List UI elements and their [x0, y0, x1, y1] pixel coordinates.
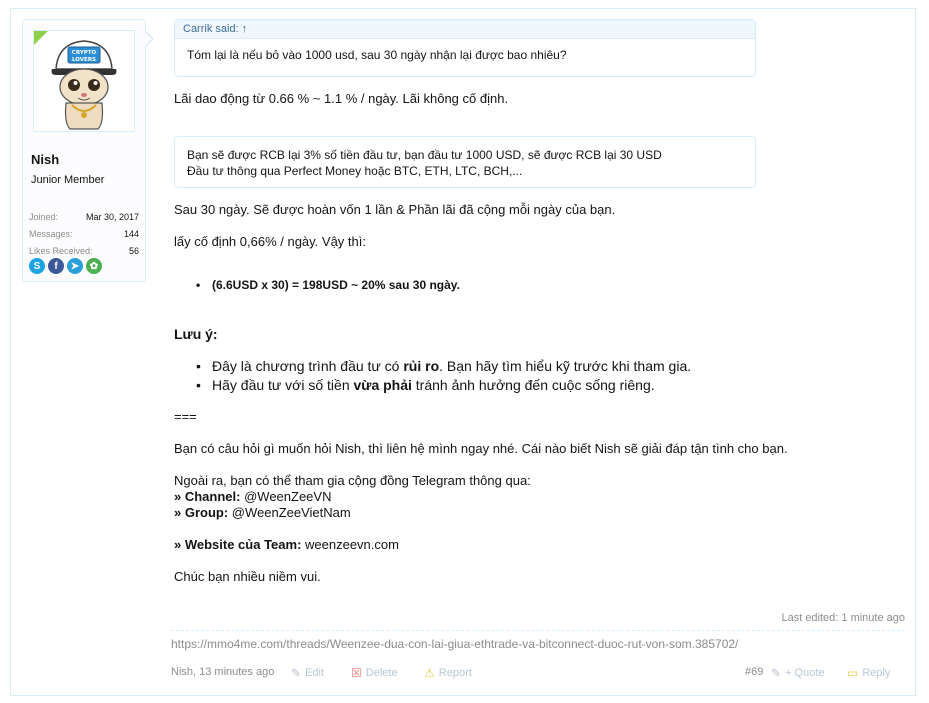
note-text: tránh ảnh hưởng đến cuộc sống riêng. [411, 377, 655, 393]
forum-post: CRYPTO LOVERS Nish Junior Member Joined: [10, 8, 916, 696]
note-bold: vừa phải [353, 377, 412, 393]
group-label: » Group: [174, 505, 229, 520]
post-number[interactable]: #69 [745, 666, 763, 678]
author-time-text: Nish, 13 minutes ago [171, 666, 275, 678]
online-indicator [34, 31, 48, 45]
stat-likes: Likes Received: 56 [29, 246, 139, 256]
warning-icon: ⚠ [424, 666, 435, 680]
quote-line: Bạn sẽ được RCB lại 3% số tiền đầu tư, b… [187, 148, 662, 162]
quote-text: Tóm lại là nếu bỏ vào 1000 usd, sau 30 n… [187, 48, 567, 62]
note-text: Hãy đầu tư với số tiền [212, 377, 354, 393]
separator: === [174, 409, 197, 424]
quote-text-2: Bạn sẽ được RCB lại 3% số tiền đầu tư, b… [175, 137, 755, 187]
stat-label: Joined: [29, 212, 59, 222]
userinfo-arrow-inner [145, 32, 152, 46]
delete-label: Delete [365, 667, 398, 679]
reply-label: Reply [862, 667, 891, 679]
signature-divider [171, 630, 905, 631]
icq-icon[interactable]: ✿ [86, 258, 102, 274]
website-label: » Website của Team: [174, 537, 302, 552]
list-item: Hãy đầu tư với số tiền vừa phải tránh ản… [194, 376, 691, 395]
list-item: (6.6USD x 30) = 198USD ~ 20% sau 30 ngày… [194, 278, 460, 292]
facebook-icon[interactable]: f [48, 258, 64, 274]
quote-line: Đầu tư thông qua Perfect Money hoặc BTC,… [187, 164, 523, 178]
note-text: . Bạn hãy tìm hiểu kỹ trước khi tham gia… [439, 358, 692, 374]
social-links: S f ➤ ✿ [29, 258, 102, 274]
stat-label: Likes Received: [29, 246, 93, 256]
quote-label: + Quote [785, 667, 825, 679]
stat-label: Messages: [29, 229, 73, 239]
stat-joined: Joined: Mar 30, 2017 [29, 212, 139, 222]
post-number-text: #69 [745, 666, 764, 678]
avatar[interactable]: CRYPTO LOVERS [33, 30, 135, 132]
note-bold: rủi ro [403, 358, 440, 374]
report-button[interactable]: ⚠ Report [424, 666, 472, 680]
channel-label: » Channel: [174, 489, 241, 504]
reply-icon: ▭ [847, 666, 859, 680]
permalink[interactable]: https://mmo4me.com/threads/Weenzee-dua-c… [171, 637, 738, 651]
stat-value: 56 [128, 246, 139, 256]
paragraph: Bạn có câu hỏi gì muốn hỏi Nish, thì liê… [174, 441, 788, 456]
delete-button[interactable]: ☒ Delete [351, 666, 398, 680]
channel-value: @WeenZeeVN [240, 489, 332, 504]
quote-author[interactable]: Carrik said: ↑ [175, 20, 755, 39]
group-line: » Group: @WeenZeeVietNam [174, 505, 351, 520]
quote-button[interactable]: ✎ + Quote [771, 666, 825, 680]
stat-value[interactable]: 144 [124, 229, 139, 239]
last-edited: Last edited: 1 minute ago [781, 612, 905, 624]
post-author-time[interactable]: Nish, 13 minutes ago [171, 666, 274, 678]
note-list: Đây là chương trình đầu tư có rủi ro. Bạ… [194, 357, 691, 395]
skype-icon[interactable]: S [29, 258, 45, 274]
avatar-badge-line1: CRYPTO [72, 50, 97, 56]
group-value: @WeenZeeVietNam [228, 505, 351, 520]
paragraph: lấy cố định 0,66% / ngày. Vậy thì: [174, 234, 366, 249]
edit-label: Edit [305, 667, 325, 679]
stat-messages: Messages: 144 [29, 229, 139, 239]
quote-block-2: Bạn sẽ được RCB lại 3% số tiền đầu tư, b… [174, 136, 756, 188]
reply-text: Lãi dao động từ 0.66 % ~ 1.1 % / ngày. L… [174, 91, 509, 106]
website-line: » Website của Team: weenzeevn.com [174, 537, 399, 552]
channel-line: » Channel: @WeenZeeVN [174, 489, 331, 504]
post-footer: Nish, 13 minutes ago ✎ Edit ☒ Delete ⚠ Repo… [171, 666, 905, 682]
edit-button[interactable]: ✎ Edit [291, 666, 324, 680]
delete-icon: ☒ [351, 666, 362, 680]
reply-button[interactable]: ▭ Reply [847, 666, 890, 680]
quote-block: Carrik said: ↑ Tóm lại là nếu bỏ vào 100… [174, 19, 756, 77]
user-info-panel: CRYPTO LOVERS Nish Junior Member Joined: [22, 19, 146, 282]
avatar-image: CRYPTO LOVERS [51, 40, 117, 130]
report-label: Report [438, 667, 472, 679]
closing-text: Chúc bạn nhiều niềm vui. [174, 569, 321, 584]
user-title: Junior Member [31, 174, 105, 186]
note-text: Đây là chương trình đầu tư có [212, 358, 404, 374]
paragraph: Sau 30 ngày. Sẽ được hoàn vốn 1 lần & Ph… [174, 202, 616, 217]
avatar-badge-line2: LOVERS [72, 57, 96, 63]
pencil-icon: ✎ [291, 666, 302, 680]
list-item: Đây là chương trình đầu tư có rủi ro. Bạ… [194, 357, 691, 376]
username[interactable]: Nish [31, 152, 59, 167]
calc-list: (6.6USD x 30) = 198USD ~ 20% sau 30 ngày… [194, 278, 460, 292]
website-value: weenzeevn.com [301, 537, 399, 552]
quote-icon: ✎ [771, 666, 782, 680]
note-heading: Lưu ý: [174, 326, 218, 342]
telegram-icon[interactable]: ➤ [67, 258, 83, 274]
stat-value: Mar 30, 2017 [85, 212, 139, 222]
paragraph: Ngoài ra, bạn có thể tham gia cộng đồng … [174, 473, 531, 488]
